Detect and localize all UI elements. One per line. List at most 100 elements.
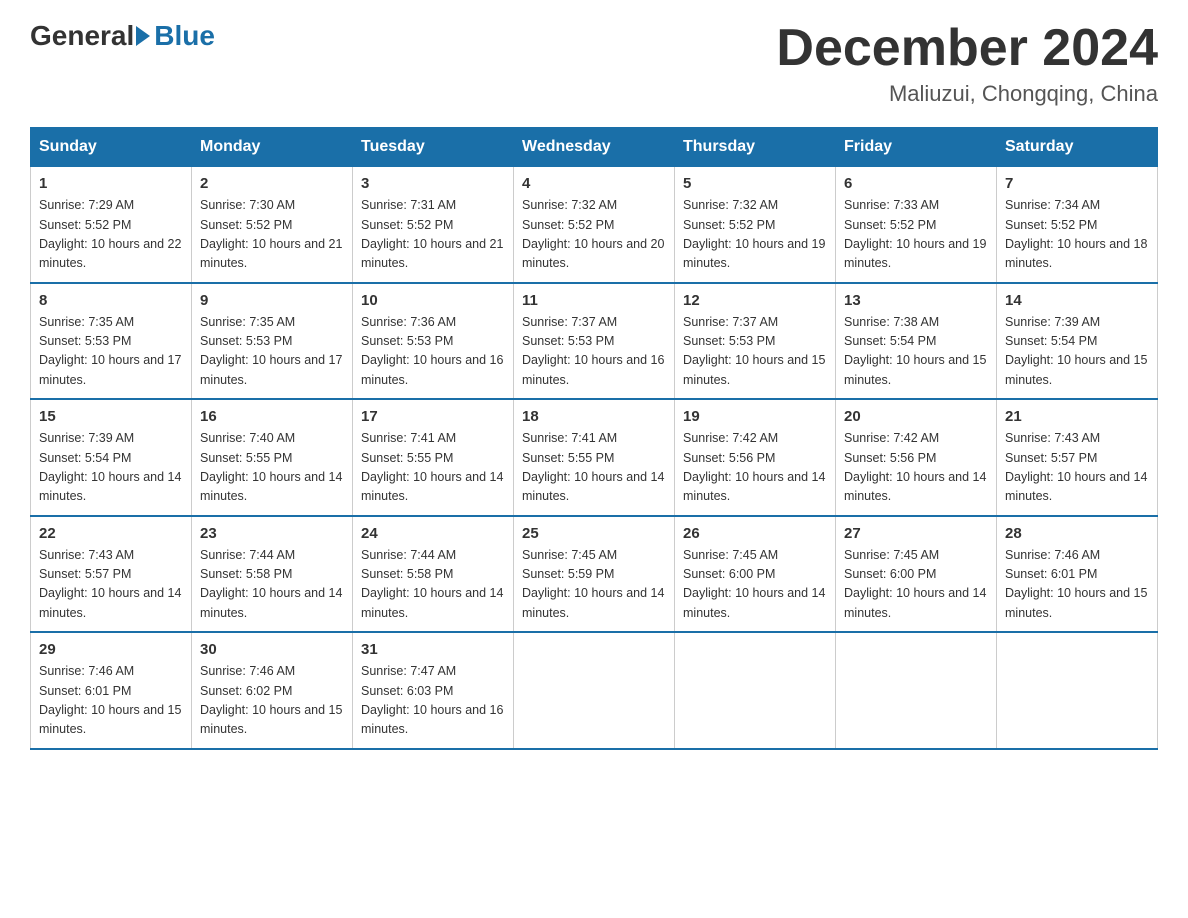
- day-number: 9: [200, 292, 344, 309]
- logo-general-text: General: [30, 20, 134, 52]
- day-cell: [514, 632, 675, 749]
- day-cell: 17 Sunrise: 7:41 AM Sunset: 5:55 PM Dayl…: [353, 399, 514, 516]
- day-info: Sunrise: 7:45 AM Sunset: 5:59 PM Dayligh…: [522, 546, 666, 624]
- daylight-label: Daylight: 10 hours and 21 minutes.: [200, 237, 342, 270]
- sunrise-label: Sunrise: 7:38 AM: [844, 315, 939, 329]
- week-row-2: 8 Sunrise: 7:35 AM Sunset: 5:53 PM Dayli…: [31, 283, 1158, 400]
- daylight-label: Daylight: 10 hours and 14 minutes.: [39, 586, 181, 619]
- day-info: Sunrise: 7:42 AM Sunset: 5:56 PM Dayligh…: [683, 429, 827, 507]
- day-info: Sunrise: 7:32 AM Sunset: 5:52 PM Dayligh…: [522, 196, 666, 274]
- day-number: 12: [683, 292, 827, 309]
- daylight-label: Daylight: 10 hours and 19 minutes.: [844, 237, 986, 270]
- day-cell: 25 Sunrise: 7:45 AM Sunset: 5:59 PM Dayl…: [514, 516, 675, 633]
- day-number: 29: [39, 641, 183, 658]
- sunrise-label: Sunrise: 7:42 AM: [683, 431, 778, 445]
- header-sunday: Sunday: [31, 128, 192, 167]
- day-number: 27: [844, 525, 988, 542]
- sunrise-label: Sunrise: 7:31 AM: [361, 198, 456, 212]
- header-wednesday: Wednesday: [514, 128, 675, 167]
- daylight-label: Daylight: 10 hours and 19 minutes.: [683, 237, 825, 270]
- day-info: Sunrise: 7:44 AM Sunset: 5:58 PM Dayligh…: [200, 546, 344, 624]
- day-cell: 27 Sunrise: 7:45 AM Sunset: 6:00 PM Dayl…: [836, 516, 997, 633]
- day-cell: 19 Sunrise: 7:42 AM Sunset: 5:56 PM Dayl…: [675, 399, 836, 516]
- day-cell: 3 Sunrise: 7:31 AM Sunset: 5:52 PM Dayli…: [353, 167, 514, 283]
- day-number: 24: [361, 525, 505, 542]
- sunrise-label: Sunrise: 7:46 AM: [39, 664, 134, 678]
- week-row-4: 22 Sunrise: 7:43 AM Sunset: 5:57 PM Dayl…: [31, 516, 1158, 633]
- header-tuesday: Tuesday: [353, 128, 514, 167]
- day-number: 28: [1005, 525, 1149, 542]
- logo-blue-part: Blue: [134, 20, 215, 52]
- day-info: Sunrise: 7:41 AM Sunset: 5:55 PM Dayligh…: [522, 429, 666, 507]
- daylight-label: Daylight: 10 hours and 21 minutes.: [361, 237, 503, 270]
- daylight-label: Daylight: 10 hours and 15 minutes.: [844, 353, 986, 386]
- day-info: Sunrise: 7:32 AM Sunset: 5:52 PM Dayligh…: [683, 196, 827, 274]
- day-info: Sunrise: 7:34 AM Sunset: 5:52 PM Dayligh…: [1005, 196, 1149, 274]
- day-info: Sunrise: 7:39 AM Sunset: 5:54 PM Dayligh…: [1005, 313, 1149, 391]
- day-cell: 26 Sunrise: 7:45 AM Sunset: 6:00 PM Dayl…: [675, 516, 836, 633]
- header-monday: Monday: [192, 128, 353, 167]
- sunrise-label: Sunrise: 7:34 AM: [1005, 198, 1100, 212]
- day-number: 8: [39, 292, 183, 309]
- daylight-label: Daylight: 10 hours and 14 minutes.: [39, 470, 181, 503]
- day-number: 3: [361, 175, 505, 192]
- sunset-label: Sunset: 6:00 PM: [683, 567, 775, 581]
- daylight-label: Daylight: 10 hours and 14 minutes.: [361, 470, 503, 503]
- sunrise-label: Sunrise: 7:41 AM: [522, 431, 617, 445]
- sunset-label: Sunset: 5:53 PM: [39, 334, 131, 348]
- sunset-label: Sunset: 5:54 PM: [39, 451, 131, 465]
- sunset-label: Sunset: 5:54 PM: [1005, 334, 1097, 348]
- day-cell: [836, 632, 997, 749]
- sunset-label: Sunset: 5:53 PM: [683, 334, 775, 348]
- sunset-label: Sunset: 5:52 PM: [844, 218, 936, 232]
- sunset-label: Sunset: 5:52 PM: [39, 218, 131, 232]
- title-block: December 2024 Maliuzui, Chongqing, China: [776, 20, 1158, 107]
- day-info: Sunrise: 7:46 AM Sunset: 6:02 PM Dayligh…: [200, 662, 344, 740]
- day-info: Sunrise: 7:37 AM Sunset: 5:53 PM Dayligh…: [683, 313, 827, 391]
- day-cell: 13 Sunrise: 7:38 AM Sunset: 5:54 PM Dayl…: [836, 283, 997, 400]
- day-number: 4: [522, 175, 666, 192]
- daylight-label: Daylight: 10 hours and 15 minutes.: [39, 703, 181, 736]
- daylight-label: Daylight: 10 hours and 14 minutes.: [1005, 470, 1147, 503]
- day-cell: 24 Sunrise: 7:44 AM Sunset: 5:58 PM Dayl…: [353, 516, 514, 633]
- sunset-label: Sunset: 5:56 PM: [683, 451, 775, 465]
- logo: General Blue: [30, 20, 215, 52]
- sunset-label: Sunset: 5:57 PM: [1005, 451, 1097, 465]
- sunset-label: Sunset: 5:55 PM: [522, 451, 614, 465]
- daylight-label: Daylight: 10 hours and 16 minutes.: [361, 353, 503, 386]
- header-friday: Friday: [836, 128, 997, 167]
- week-row-3: 15 Sunrise: 7:39 AM Sunset: 5:54 PM Dayl…: [31, 399, 1158, 516]
- sunrise-label: Sunrise: 7:46 AM: [200, 664, 295, 678]
- day-number: 18: [522, 408, 666, 425]
- day-cell: 15 Sunrise: 7:39 AM Sunset: 5:54 PM Dayl…: [31, 399, 192, 516]
- day-info: Sunrise: 7:41 AM Sunset: 5:55 PM Dayligh…: [361, 429, 505, 507]
- sunset-label: Sunset: 6:01 PM: [39, 684, 131, 698]
- sunrise-label: Sunrise: 7:37 AM: [522, 315, 617, 329]
- day-number: 2: [200, 175, 344, 192]
- sunset-label: Sunset: 5:57 PM: [39, 567, 131, 581]
- day-cell: 2 Sunrise: 7:30 AM Sunset: 5:52 PM Dayli…: [192, 167, 353, 283]
- day-cell: [675, 632, 836, 749]
- daylight-label: Daylight: 10 hours and 20 minutes.: [522, 237, 664, 270]
- sunrise-label: Sunrise: 7:45 AM: [683, 548, 778, 562]
- day-cell: 31 Sunrise: 7:47 AM Sunset: 6:03 PM Dayl…: [353, 632, 514, 749]
- daylight-label: Daylight: 10 hours and 14 minutes.: [522, 586, 664, 619]
- day-number: 19: [683, 408, 827, 425]
- daylight-label: Daylight: 10 hours and 14 minutes.: [683, 586, 825, 619]
- day-number: 31: [361, 641, 505, 658]
- day-number: 30: [200, 641, 344, 658]
- logo-blue-text: Blue: [154, 20, 215, 52]
- sunrise-label: Sunrise: 7:46 AM: [1005, 548, 1100, 562]
- sunset-label: Sunset: 5:52 PM: [522, 218, 614, 232]
- daylight-label: Daylight: 10 hours and 14 minutes.: [844, 586, 986, 619]
- calendar-table: SundayMondayTuesdayWednesdayThursdayFrid…: [30, 127, 1158, 750]
- sunset-label: Sunset: 6:03 PM: [361, 684, 453, 698]
- day-cell: 7 Sunrise: 7:34 AM Sunset: 5:52 PM Dayli…: [997, 167, 1158, 283]
- sunrise-label: Sunrise: 7:42 AM: [844, 431, 939, 445]
- day-info: Sunrise: 7:47 AM Sunset: 6:03 PM Dayligh…: [361, 662, 505, 740]
- day-info: Sunrise: 7:38 AM Sunset: 5:54 PM Dayligh…: [844, 313, 988, 391]
- sunrise-label: Sunrise: 7:37 AM: [683, 315, 778, 329]
- sunrise-label: Sunrise: 7:43 AM: [39, 548, 134, 562]
- day-info: Sunrise: 7:45 AM Sunset: 6:00 PM Dayligh…: [844, 546, 988, 624]
- daylight-label: Daylight: 10 hours and 22 minutes.: [39, 237, 181, 270]
